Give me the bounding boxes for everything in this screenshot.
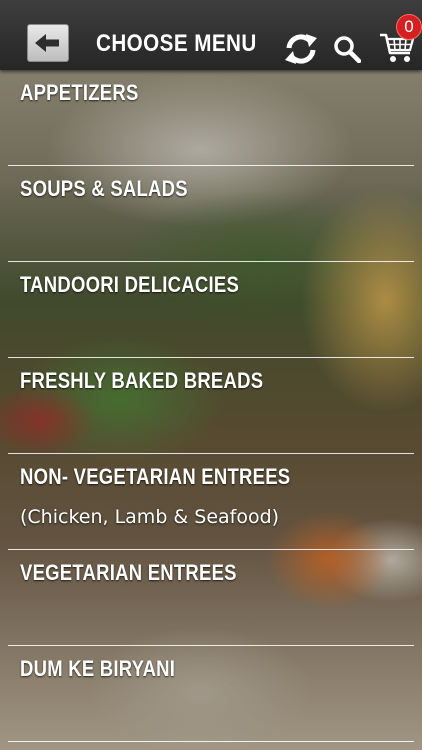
menu-item-label: VEGETARIAN ENTREES <box>20 560 237 585</box>
menu-item-non-vegetarian-entrees[interactable]: NON- VEGETARIAN ENTREES (Chicken, Lamb &… <box>8 454 414 550</box>
back-button[interactable] <box>27 24 69 62</box>
top-bar: CHOOSE MENU 0 <box>0 0 422 70</box>
menu-item-sublabel: (Chicken, Lamb & Seafood) <box>20 506 280 528</box>
menu-item-dum-ke-biryani[interactable]: DUM KE BIRYANI <box>8 646 414 742</box>
menu-item-soups-salads[interactable]: SOUPS & SALADS <box>8 166 414 262</box>
menu-item-label: NON- VEGETARIAN ENTREES <box>20 464 291 489</box>
menu-item-label: APPETIZERS <box>20 80 139 105</box>
refresh-button[interactable] <box>282 31 320 67</box>
menu-item-tandoori-delicacies[interactable]: TANDOORI DELICACIES <box>8 262 414 358</box>
menu-item-label: TANDOORI DELICACIES <box>20 272 240 297</box>
menu-item-label: DUM KE BIRYANI <box>20 656 176 681</box>
search-icon <box>334 36 361 63</box>
back-arrow-icon <box>35 34 59 52</box>
menu-list: APPETIZERS SOUPS & SALADS TANDOORI DELIC… <box>0 70 422 742</box>
search-button[interactable] <box>332 33 362 65</box>
menu-item-label: FRESHLY BAKED BREADS <box>20 368 264 393</box>
cart-count-badge: 0 <box>396 14 422 40</box>
page-title: CHOOSE MENU <box>96 30 257 57</box>
menu-item-label: SOUPS & SALADS <box>20 176 188 201</box>
menu-item-freshly-baked-breads[interactable]: FRESHLY BAKED BREADS <box>8 358 414 454</box>
menu-item-vegetarian-entrees[interactable]: VEGETARIAN ENTREES <box>8 550 414 646</box>
refresh-icon <box>285 34 317 64</box>
menu-item-appetizers[interactable]: APPETIZERS <box>8 70 414 166</box>
